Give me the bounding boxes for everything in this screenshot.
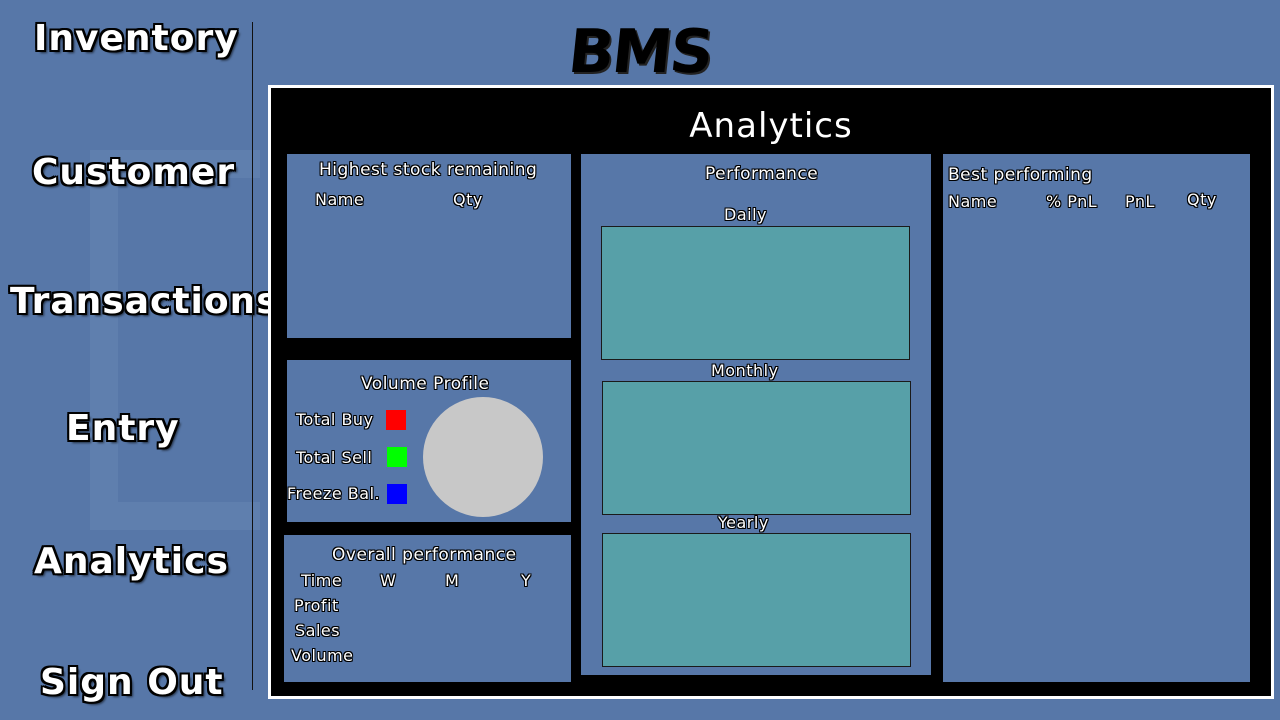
legend-total-sell-label: Total Sell <box>296 448 373 467</box>
best-panel: Best performing Name % PnL PnL Qty <box>943 154 1250 682</box>
stock-panel: Highest stock remaining Name Qty <box>287 154 571 338</box>
page-title: Analytics <box>689 106 853 146</box>
monthly-chart-label: Monthly <box>711 361 779 380</box>
legend-total-sell-swatch <box>387 447 407 467</box>
overall-col-week: W <box>380 571 397 590</box>
performance-panel: Performance Daily Monthly Yearly <box>581 154 931 675</box>
background-watermark <box>90 150 260 530</box>
stock-col-qty: Qty <box>453 190 483 209</box>
overall-row-sales: Sales <box>295 621 341 640</box>
best-col-name: Name <box>948 192 998 211</box>
monthly-chart <box>602 381 911 515</box>
overall-col-time: Time <box>301 571 343 590</box>
volume-panel-title: Volume Profile <box>361 374 490 394</box>
stock-panel-title: Highest stock remaining <box>319 160 538 180</box>
overall-row-volume: Volume <box>291 646 354 665</box>
nav-entry[interactable]: Entry <box>66 408 180 449</box>
overall-panel-title: Overall performance <box>332 545 517 565</box>
yearly-chart-label: Yearly <box>718 513 769 532</box>
nav-customer[interactable]: Customer <box>32 152 235 193</box>
best-col-pnl: PnL <box>1125 192 1155 211</box>
overall-col-month: M <box>445 571 460 590</box>
app-logo: BMS <box>564 17 716 87</box>
volume-panel: Volume Profile Total Buy Total Sell Free… <box>287 360 571 522</box>
legend-freeze-bal-swatch <box>387 484 407 504</box>
best-col-pct-pnl: % PnL <box>1046 192 1098 211</box>
legend-total-buy-swatch <box>386 410 406 430</box>
nav-sign-out[interactable]: Sign Out <box>40 662 224 703</box>
nav-inventory[interactable]: Inventory <box>34 18 239 59</box>
sidebar-divider <box>252 22 253 690</box>
performance-panel-title: Performance <box>705 164 819 184</box>
nav-transactions[interactable]: Transactions <box>10 281 279 322</box>
legend-freeze-bal-label: Freeze Bal. <box>287 484 381 503</box>
daily-chart <box>601 226 910 360</box>
analytics-frame: Analytics Highest stock remaining Name Q… <box>268 85 1274 699</box>
legend-total-buy-label: Total Buy <box>296 410 374 429</box>
stock-col-name: Name <box>315 190 365 209</box>
daily-chart-label: Daily <box>724 205 767 224</box>
nav-analytics[interactable]: Analytics <box>34 541 229 582</box>
overall-row-profit: Profit <box>294 596 339 615</box>
overall-panel: Overall performance Time W M Y Profit Sa… <box>284 535 571 682</box>
best-col-qty: Qty <box>1187 190 1217 209</box>
best-panel-title: Best performing <box>948 165 1093 185</box>
yearly-chart <box>602 533 911 667</box>
volume-pie-chart <box>423 397 543 517</box>
overall-col-year: Y <box>521 571 532 590</box>
